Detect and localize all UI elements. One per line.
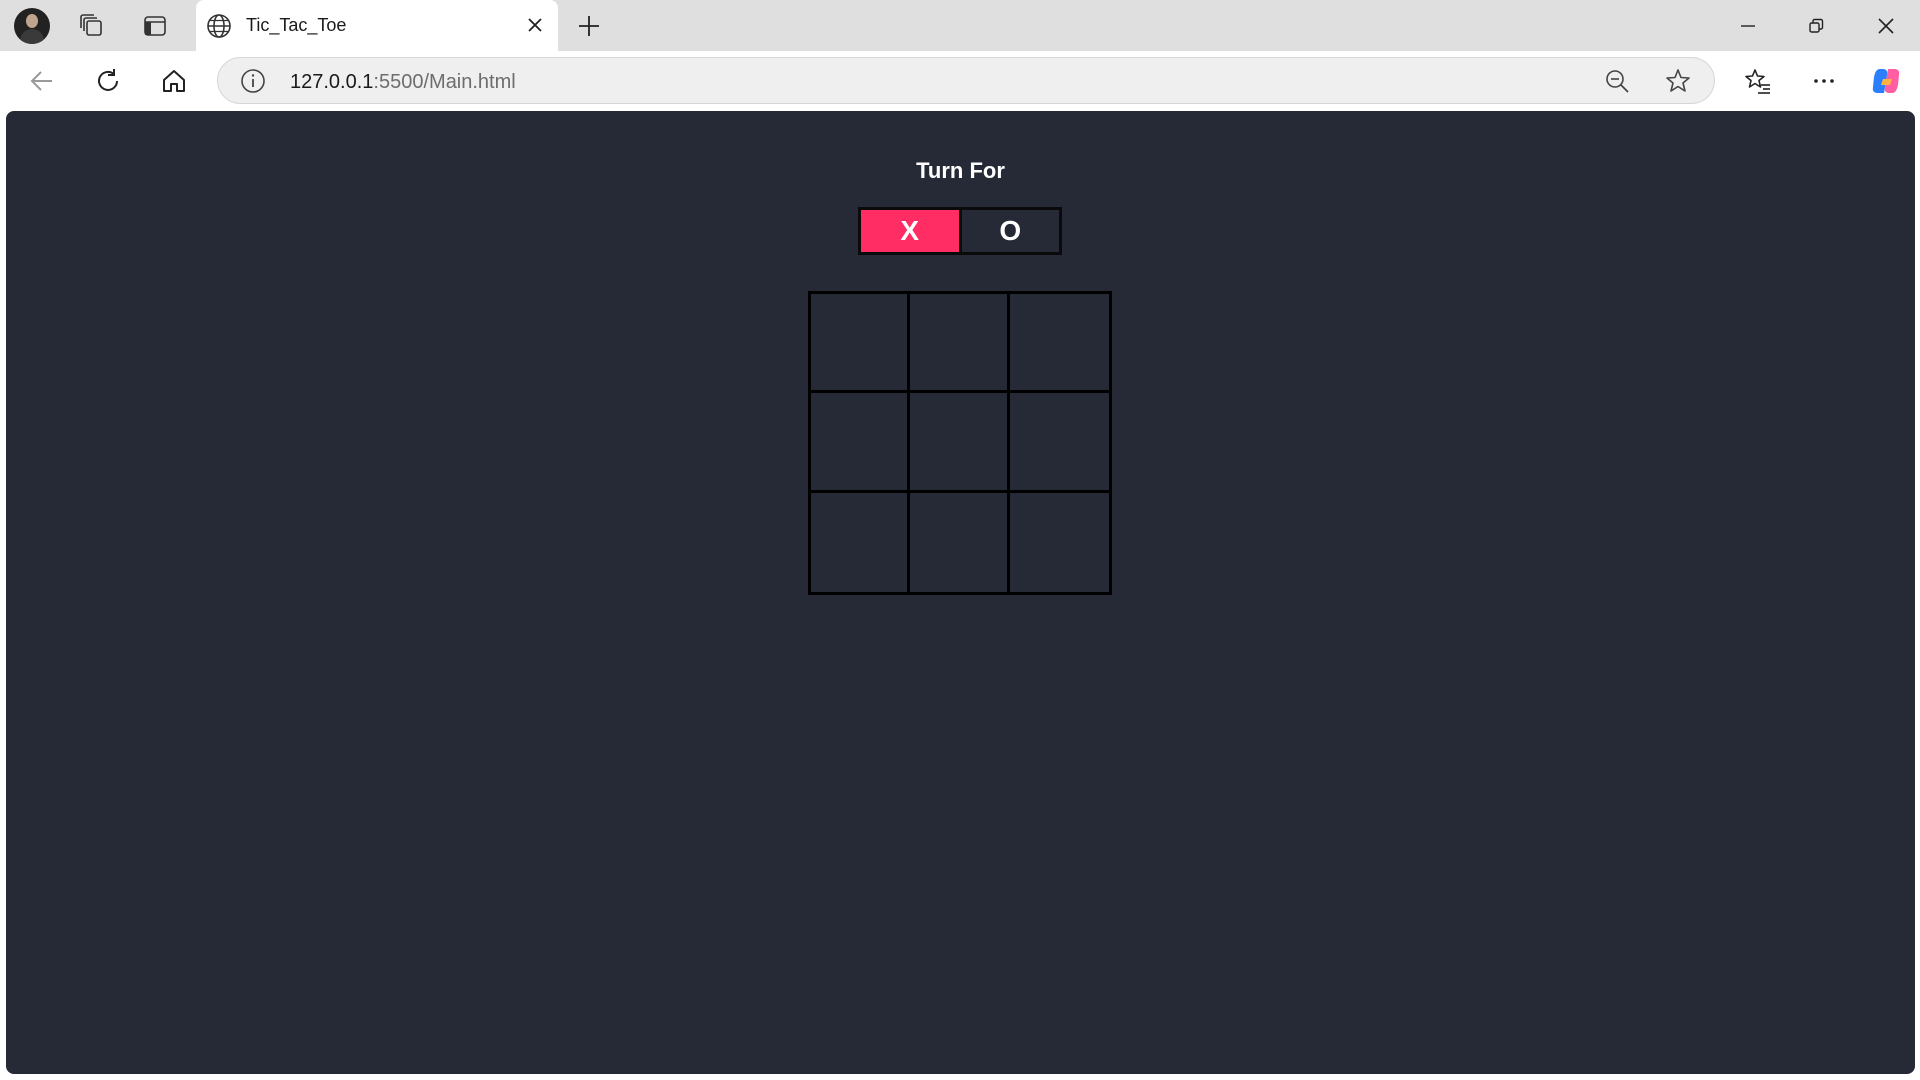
home-icon[interactable] xyxy=(157,64,191,98)
favorites-list-icon[interactable] xyxy=(1741,64,1775,98)
url-host: 127.0.0.1 xyxy=(290,71,374,93)
vertical-tabs-icon[interactable] xyxy=(141,12,169,40)
close-tab-icon[interactable] xyxy=(522,12,548,38)
address-bar[interactable]: 127.0.0.1:5500/Main.html xyxy=(217,57,1715,104)
favorite-star-icon[interactable] xyxy=(1664,67,1692,95)
workspaces-icon[interactable] xyxy=(78,12,106,40)
reload-icon[interactable] xyxy=(91,64,125,98)
board-cell-7[interactable] xyxy=(811,492,911,592)
game-board xyxy=(808,291,1112,595)
title-bar: Tic_Tac_Toe xyxy=(0,0,1920,51)
globe-icon xyxy=(206,13,232,39)
turn-label: Turn For xyxy=(916,158,1005,183)
close-window-icon[interactable] xyxy=(1852,0,1920,51)
more-options-icon[interactable] xyxy=(1807,64,1841,98)
new-tab-icon[interactable] xyxy=(574,11,604,41)
board-cell-8[interactable] xyxy=(910,492,1010,592)
board-cell-1[interactable] xyxy=(811,294,911,394)
url-text[interactable]: 127.0.0.1:5500/Main.html xyxy=(290,71,516,94)
player-o-indicator: O xyxy=(958,210,1060,252)
back-arrow-icon[interactable] xyxy=(25,64,59,98)
page-viewport: Turn For X O xyxy=(6,111,1915,1074)
browser-toolbar: 127.0.0.1:5500/Main.html xyxy=(0,51,1920,110)
board-cell-4[interactable] xyxy=(811,393,911,493)
url-path: :5500/Main.html xyxy=(373,71,516,93)
restore-icon[interactable] xyxy=(1782,0,1850,51)
turn-indicator: X O xyxy=(858,207,1062,255)
board-cell-5[interactable] xyxy=(910,393,1010,493)
profile-avatar[interactable] xyxy=(14,8,50,44)
board-cell-3[interactable] xyxy=(1009,294,1109,394)
copilot-icon[interactable] xyxy=(1869,64,1903,98)
board-cell-9[interactable] xyxy=(1010,493,1109,592)
minimize-icon[interactable] xyxy=(1714,0,1782,51)
tab-title: Tic_Tac_Toe xyxy=(246,15,347,35)
tab-tic-tac-toe[interactable]: Tic_Tac_Toe xyxy=(196,0,558,51)
site-info-icon[interactable] xyxy=(240,68,266,94)
board-cell-2[interactable] xyxy=(910,294,1010,394)
board-cell-6[interactable] xyxy=(1009,393,1109,493)
player-x-indicator: X xyxy=(861,210,959,252)
zoom-out-icon[interactable] xyxy=(1604,68,1630,94)
